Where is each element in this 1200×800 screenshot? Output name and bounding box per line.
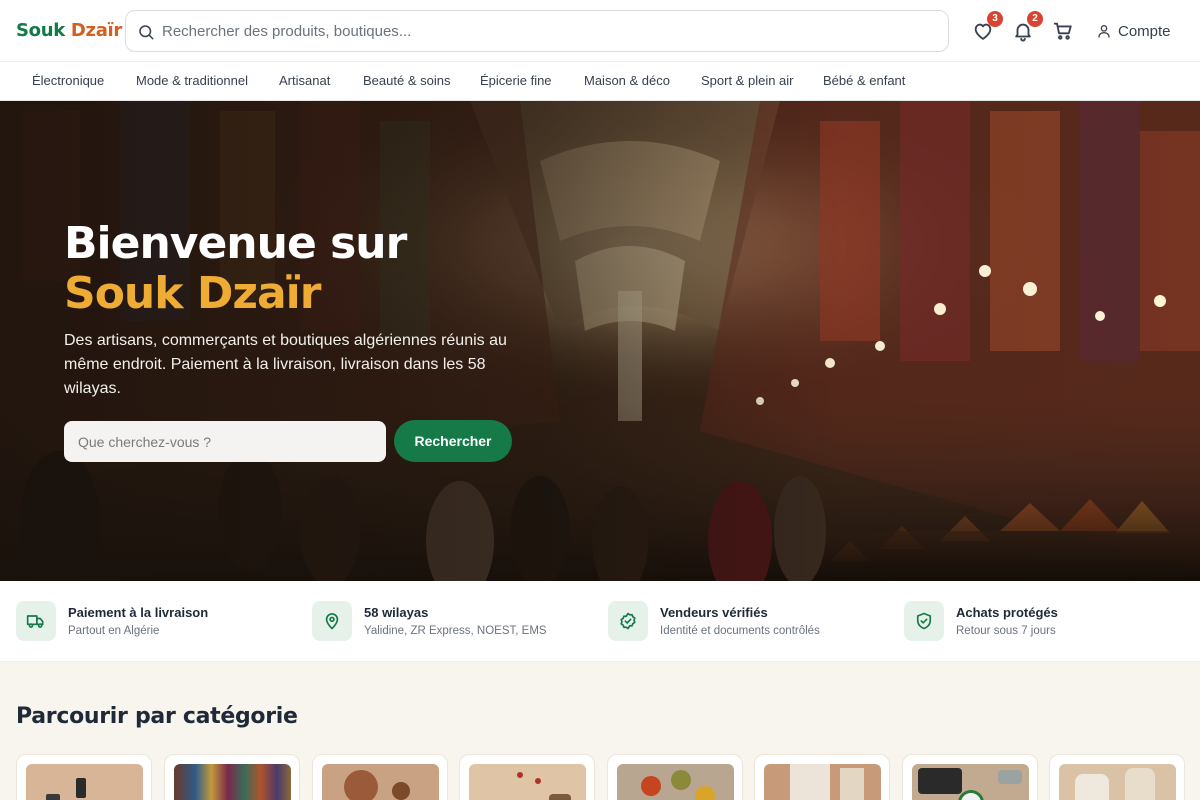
category-card-beaute[interactable] <box>459 754 595 800</box>
category-card-bebe[interactable] <box>1049 754 1185 800</box>
hero-title: Bienvenue sur Souk Dzaïr <box>64 218 407 319</box>
nav-item-beaute[interactable]: Beauté & soins <box>363 73 450 88</box>
category-card-artisanat[interactable] <box>312 754 448 800</box>
search-input[interactable] <box>162 11 932 51</box>
feature-subtitle: Yalidine, ZR Express, NOEST, EMS <box>364 625 547 637</box>
features-strip: Paiement à la livraison Partout en Algér… <box>0 581 1200 662</box>
feature-title: Achats protégés <box>956 605 1058 620</box>
feature-subtitle: Partout en Algérie <box>68 625 160 637</box>
nav-item-electronique[interactable]: Électronique <box>32 73 104 88</box>
search-icon <box>139 25 154 40</box>
category-card-sport[interactable] <box>902 754 1038 800</box>
categories-section: Parcourir par catégorie <box>0 662 1200 800</box>
hero-search-input[interactable] <box>64 421 386 462</box>
hero-subtitle: Des artisans, commerçants et boutiques a… <box>64 332 507 397</box>
feature-title: 58 wilayas <box>364 605 429 620</box>
feature-verified-sellers: Vendeurs vérifiés Identité et documents … <box>608 601 898 641</box>
nav-item-mode[interactable]: Mode & traditionnel <box>136 73 248 88</box>
category-thumbnail <box>617 764 734 800</box>
nav-item-sport[interactable]: Sport & plein air <box>701 73 794 88</box>
nav-item-maison[interactable]: Maison & déco <box>584 73 670 88</box>
account-button[interactable]: Compte <box>1096 20 1171 42</box>
feature-title: Paiement à la livraison <box>68 605 209 620</box>
feature-subtitle: Retour sous 7 jours <box>956 625 1056 637</box>
feature-icon-box <box>904 601 944 641</box>
feature-icon-box <box>608 601 648 641</box>
notifications-button[interactable]: 2 <box>1012 11 1043 42</box>
account-label: Compte <box>1118 22 1171 40</box>
site-header: Souk Dzaïr 3 2 Compte <box>0 0 1200 62</box>
category-thumbnail <box>322 764 439 800</box>
feature-cash-on-delivery: Paiement à la livraison Partout en Algér… <box>16 601 306 641</box>
hero-search-button[interactable]: Rechercher <box>394 420 512 462</box>
feature-wilayas: 58 wilayas Yalidine, ZR Express, NOEST, … <box>312 601 602 641</box>
category-card-electronique[interactable] <box>16 754 152 800</box>
category-nav: Électronique Mode & traditionnel Artisan… <box>0 62 1200 101</box>
user-icon <box>1098 25 1110 38</box>
cart-button[interactable] <box>1052 20 1074 42</box>
category-thumbnail <box>912 764 1029 800</box>
map-pin-icon <box>325 613 339 630</box>
feature-icon-box <box>16 601 56 641</box>
shield-check-icon <box>916 612 932 630</box>
feature-icon-box <box>312 601 352 641</box>
category-thumbnail <box>26 764 143 800</box>
nav-item-artisanat[interactable]: Artisanat <box>279 73 330 88</box>
nav-item-epicerie[interactable]: Épicerie fine <box>480 73 552 88</box>
feature-subtitle: Identité et documents contrôlés <box>660 625 820 637</box>
truck-icon <box>26 615 44 628</box>
hero-title-line-2: Souk Dzaïr <box>64 268 321 319</box>
logo-part-2: Dzaïr <box>70 20 123 41</box>
category-card-maison[interactable] <box>754 754 890 800</box>
category-card-mode[interactable] <box>164 754 300 800</box>
categories-heading: Parcourir par catégorie <box>16 704 298 729</box>
badge-check-icon <box>620 612 636 630</box>
cart-icon <box>1053 22 1072 40</box>
wishlist-button[interactable]: 3 <box>972 11 1003 42</box>
category-card-epicerie[interactable] <box>607 754 743 800</box>
feature-protected-purchases: Achats protégés Retour sous 7 jours <box>904 601 1194 641</box>
site-logo[interactable]: Souk Dzaïr <box>16 20 122 41</box>
feature-title: Vendeurs vérifiés <box>660 605 768 620</box>
category-thumbnail <box>469 764 586 800</box>
wishlist-count-badge: 3 <box>987 11 1003 27</box>
hero-banner: Bienvenue sur Souk Dzaïr Des artisans, c… <box>0 101 1200 581</box>
hero-title-line-1: Bienvenue sur <box>64 218 407 269</box>
logo-part-1: Souk <box>16 20 65 41</box>
notifications-count-badge: 2 <box>1027 11 1043 27</box>
category-thumbnail <box>1059 764 1176 800</box>
category-thumbnail <box>174 764 291 800</box>
nav-item-bebe[interactable]: Bébé & enfant <box>823 73 905 88</box>
search-bar <box>125 10 949 52</box>
category-thumbnail <box>764 764 881 800</box>
